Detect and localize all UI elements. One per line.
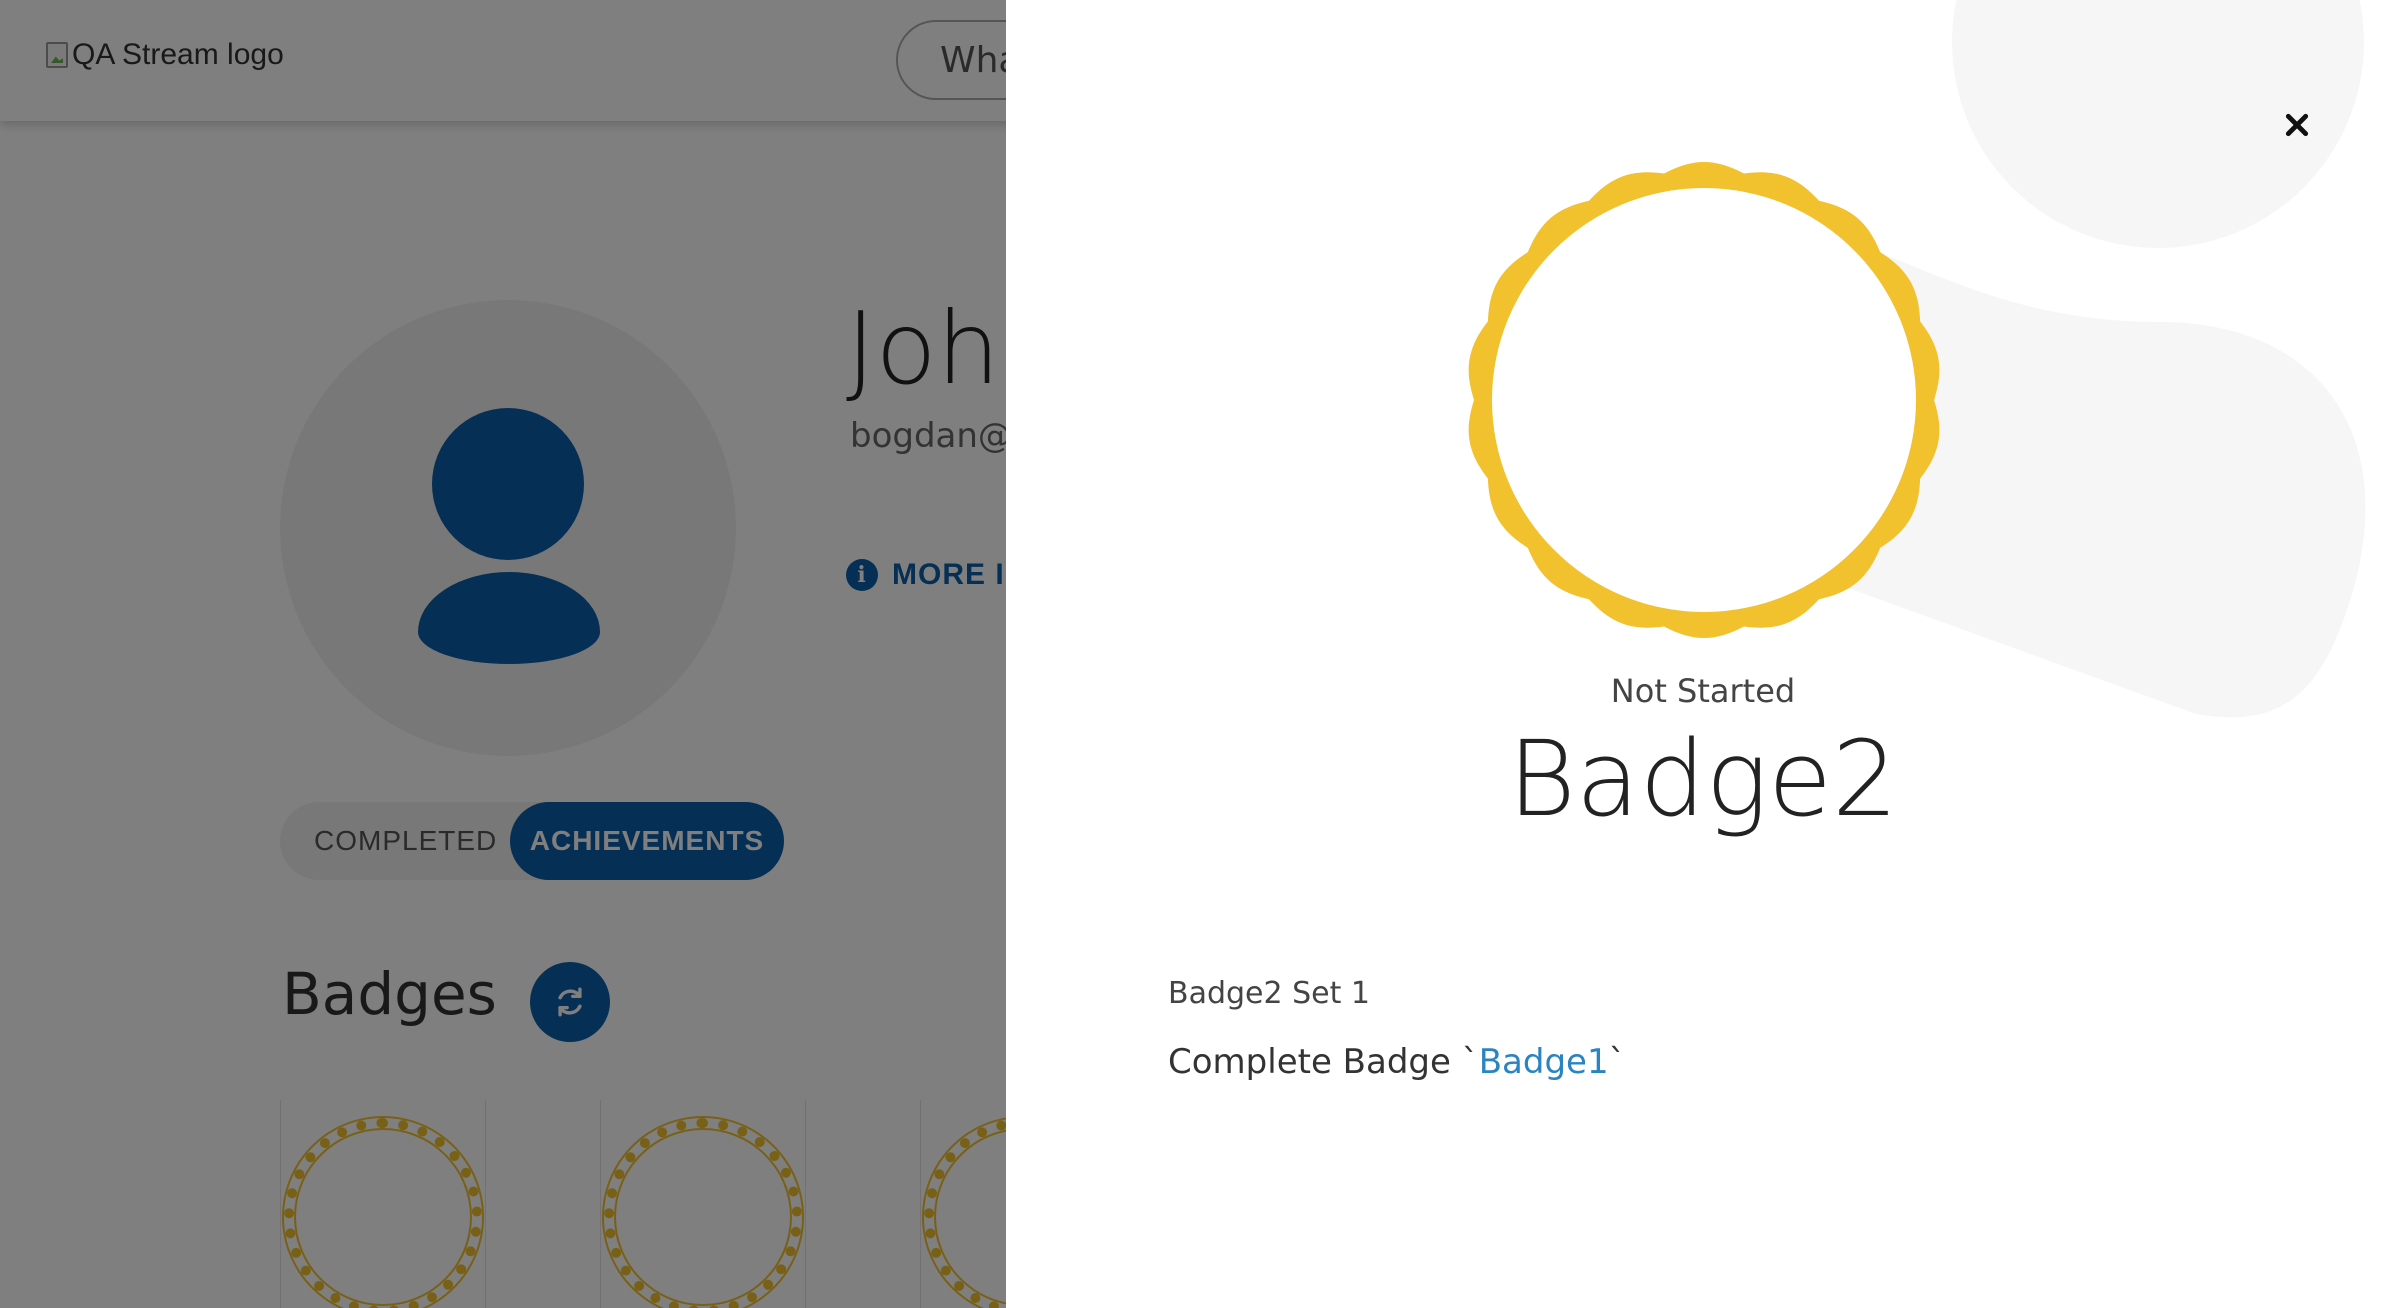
badge-set-label: Badge2 Set 1 [1168,976,1371,1011]
badge-status: Not Started [1610,672,1796,710]
badge-requirement: Complete Badge `Badge1` [1168,1042,1626,1082]
badge-title: Badge2 [1507,718,1899,840]
requirement-badge-link[interactable]: Badge1 [1479,1042,1609,1082]
badge-detail-panel: Not Started Badge2 Badge2 Set 1 Complete… [1006,0,2400,1308]
requirement-suffix: ` [1608,1042,1626,1082]
close-button[interactable] [2270,98,2324,152]
app-root: QA Stream logo Wha Joh bogdan@ i MORE IN… [0,0,2400,1308]
close-icon [2285,113,2309,137]
modal-backdrop[interactable] [0,0,1006,1308]
requirement-prefix: Complete Badge ` [1168,1042,1479,1082]
badge-medal-icon [1468,162,1940,638]
